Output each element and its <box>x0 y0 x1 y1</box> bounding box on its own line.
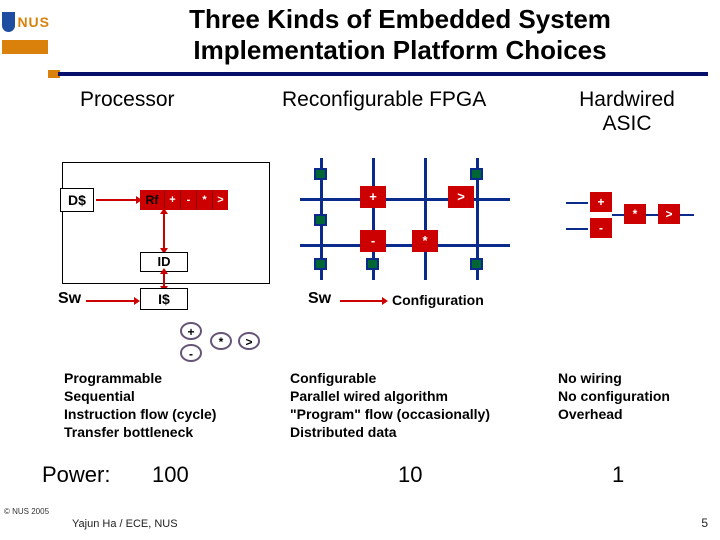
alu-op-star: * <box>196 190 212 210</box>
alu-op-plus: + <box>164 190 180 210</box>
fpga-op-minus: - <box>360 230 386 252</box>
copyright: © NUS 2005 <box>4 507 49 516</box>
power-processor: 100 <box>152 462 189 488</box>
desc-line: Programmable <box>64 370 279 388</box>
fpga-op-gt: > <box>448 186 474 208</box>
asic-op-minus: - <box>590 218 612 238</box>
alu-op-gt: > <box>212 190 228 210</box>
title-rule <box>58 72 708 76</box>
arrow-icon <box>163 214 165 248</box>
nus-logo: NUS <box>2 4 50 40</box>
asic-op-plus: + <box>590 192 612 212</box>
page-number: 5 <box>701 516 708 530</box>
shield-icon <box>2 12 15 32</box>
desc-line: Parallel wired algorithm <box>290 388 556 406</box>
op-bubble-star: * <box>210 332 232 350</box>
rf-box: Rf <box>140 190 164 210</box>
op-bubble-gt: > <box>238 332 260 350</box>
header-fpga: Reconfigurable FPGA <box>282 88 486 112</box>
op-bubble-plus: + <box>180 322 202 340</box>
header-processor: Processor <box>80 88 175 112</box>
asic-op-gt: > <box>658 204 680 224</box>
fpga-op-star: * <box>412 230 438 252</box>
desc-line: Configurable <box>290 370 556 388</box>
fpga-op-plus: + <box>360 186 386 208</box>
alu-strip: + - * > <box>164 190 228 210</box>
logo-bar <box>2 40 48 54</box>
op-bubble-minus: - <box>180 344 202 362</box>
desc-asic: No wiring No configuration Overhead <box>558 370 708 424</box>
desc-line: Instruction flow (cycle) <box>64 406 279 424</box>
sw-label-fpga: Sw <box>308 290 331 308</box>
footer-text: Yajun Ha / ECE, NUS <box>72 518 178 530</box>
fpga-diagram: + > - * <box>300 158 514 280</box>
desc-line: "Program" flow (occasionally) <box>290 406 556 424</box>
power-label: Power: <box>42 462 110 488</box>
asic-diagram: + - * > <box>566 192 696 252</box>
desc-line: Transfer bottleneck <box>64 424 279 442</box>
configuration-label: Configuration <box>392 292 484 308</box>
desc-processor: Programmable Sequential Instruction flow… <box>64 370 279 442</box>
desc-line: Sequential <box>64 388 279 406</box>
power-fpga: 10 <box>398 462 422 488</box>
desc-line: Distributed data <box>290 424 556 442</box>
arrow-icon <box>96 199 136 201</box>
arrow-icon <box>86 300 134 302</box>
arrow-icon <box>163 274 165 286</box>
power-asic: 1 <box>612 462 624 488</box>
desc-line: Overhead <box>558 406 708 424</box>
dcache-box: D$ <box>60 188 94 212</box>
alu-op-minus: - <box>180 190 196 210</box>
desc-line: No configuration <box>558 388 708 406</box>
icache-box: I$ <box>140 288 188 310</box>
arrow-icon <box>340 300 382 302</box>
desc-fpga: Configurable Parallel wired algorithm "P… <box>290 370 556 442</box>
header-asic: Hardwired ASIC <box>562 88 692 136</box>
asic-op-star: * <box>624 204 646 224</box>
sw-label-processor: Sw <box>58 290 81 308</box>
desc-line: No wiring <box>558 370 708 388</box>
logo-text: NUS <box>17 14 50 30</box>
slide-title: Three Kinds of Embedded System Implement… <box>100 4 700 66</box>
